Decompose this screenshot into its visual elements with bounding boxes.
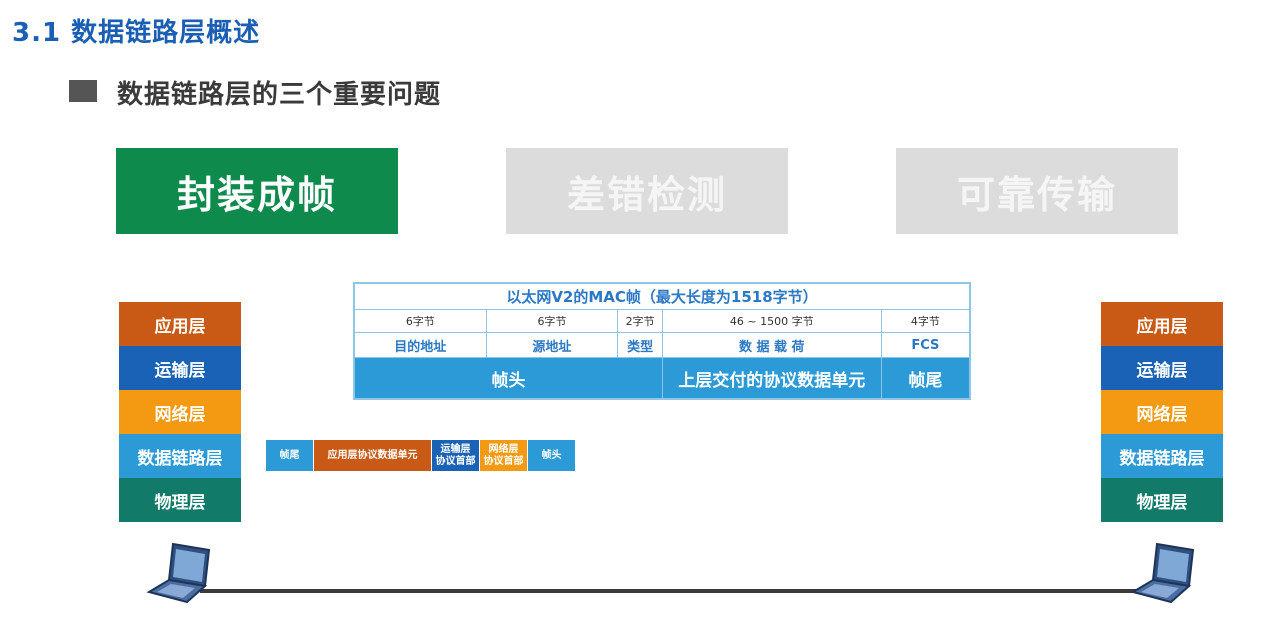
bar-head: 帧头	[353, 357, 663, 400]
pdu-transport-header: 运输层 协议首部	[432, 440, 480, 471]
bytes-fcs: 4字节	[880, 309, 971, 333]
left-layer-datalink: 数据链路层	[119, 434, 241, 478]
left-layer-network: 网络层	[119, 390, 241, 434]
tab-framing[interactable]: 封装成帧	[116, 148, 398, 234]
left-layer-physical: 物理层	[119, 478, 241, 522]
pdu-network-header: 网络层 协议首部	[480, 440, 528, 471]
bullet-square-icon	[69, 80, 97, 102]
slide-subtitle: 数据链路层的三个重要问题	[117, 80, 442, 110]
right-layer-physical: 物理层	[1101, 478, 1223, 522]
left-layer-transport: 运输层	[119, 346, 241, 390]
field-dst: 目的地址	[353, 332, 487, 358]
mac-frame-table: 以太网V2的MAC帧（最大长度为1518字节） 6字节 6字节 2字节 46 ~…	[353, 282, 971, 400]
bytes-payload: 46 ~ 1500 字节	[661, 309, 882, 333]
right-layer-application: 应用层	[1101, 302, 1223, 346]
pdu-frame-tail: 帧尾	[266, 440, 314, 471]
pdu-app-data: 应用层协议数据单元	[314, 440, 432, 471]
bytes-src: 6字节	[485, 309, 619, 333]
field-fcs: FCS	[880, 332, 971, 358]
left-layer-application: 应用层	[119, 302, 241, 346]
left-protocol-stack: 应用层 运输层 网络层 数据链路层 物理层	[119, 302, 241, 522]
laptop-icon	[1130, 542, 1195, 604]
encapsulated-pdu: 帧尾 应用层协议数据单元 运输层 协议首部 网络层 协议首部 帧头	[266, 440, 575, 471]
right-layer-network: 网络层	[1101, 390, 1223, 434]
field-type: 类型	[617, 332, 663, 358]
bar-tail: 帧尾	[880, 357, 971, 400]
bytes-type: 2字节	[617, 309, 663, 333]
link-cable	[200, 589, 1160, 593]
frame-title: 以太网V2的MAC帧（最大长度为1518字节）	[353, 282, 971, 310]
slide-title: 3.1 数据链路层概述	[12, 18, 261, 48]
bar-payload: 上层交付的协议数据单元	[661, 357, 882, 400]
right-protocol-stack: 应用层 运输层 网络层 数据链路层 物理层	[1101, 302, 1223, 522]
tab-reliable-transmission[interactable]: 可靠传输	[896, 148, 1178, 234]
field-payload: 数 据 载 荷	[661, 332, 882, 358]
tab-error-detection[interactable]: 差错检测	[506, 148, 788, 234]
right-layer-transport: 运输层	[1101, 346, 1223, 390]
bytes-dst: 6字节	[353, 309, 487, 333]
right-layer-datalink: 数据链路层	[1101, 434, 1223, 478]
pdu-frame-head: 帧头	[528, 440, 575, 471]
laptop-icon	[146, 542, 211, 604]
field-src: 源地址	[485, 332, 619, 358]
